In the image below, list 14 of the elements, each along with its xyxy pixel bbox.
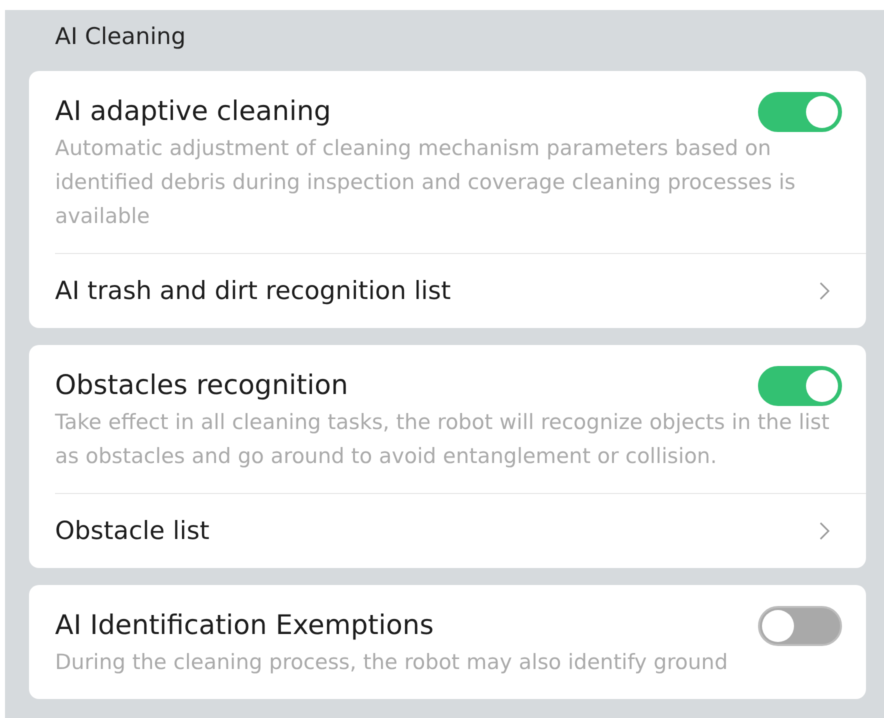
toggle-switch[interactable] [758, 366, 842, 406]
list-row[interactable]: Obstacle list [55, 493, 866, 568]
toggle-switch[interactable] [758, 606, 842, 646]
setting-description: Automatic adjustment of cleaning mechanism parameters based on identified debris during inspection and coverage cleaning processes is available [55, 135, 796, 230]
setting-description: During the cleaning process, the robot may also identify ground [55, 649, 729, 676]
setting-title: AI Identification Exemptions [55, 609, 434, 643]
chevron-right-icon [819, 282, 830, 300]
setting-title: AI adaptive cleaning [55, 95, 332, 129]
toggle-switch[interactable] [758, 92, 842, 132]
setting-description: Take effect in all cleaning tasks, the robot will recognize objects in the list as obstacles and go around to avoid entanglement or collision. [55, 409, 830, 470]
section-title: AI Cleaning [54, 23, 187, 52]
setting-title: Obstacles recognition [55, 369, 348, 403]
chevron-right-icon [819, 522, 830, 540]
list-row[interactable]: AI trash and dirt recognition list [55, 253, 866, 328]
